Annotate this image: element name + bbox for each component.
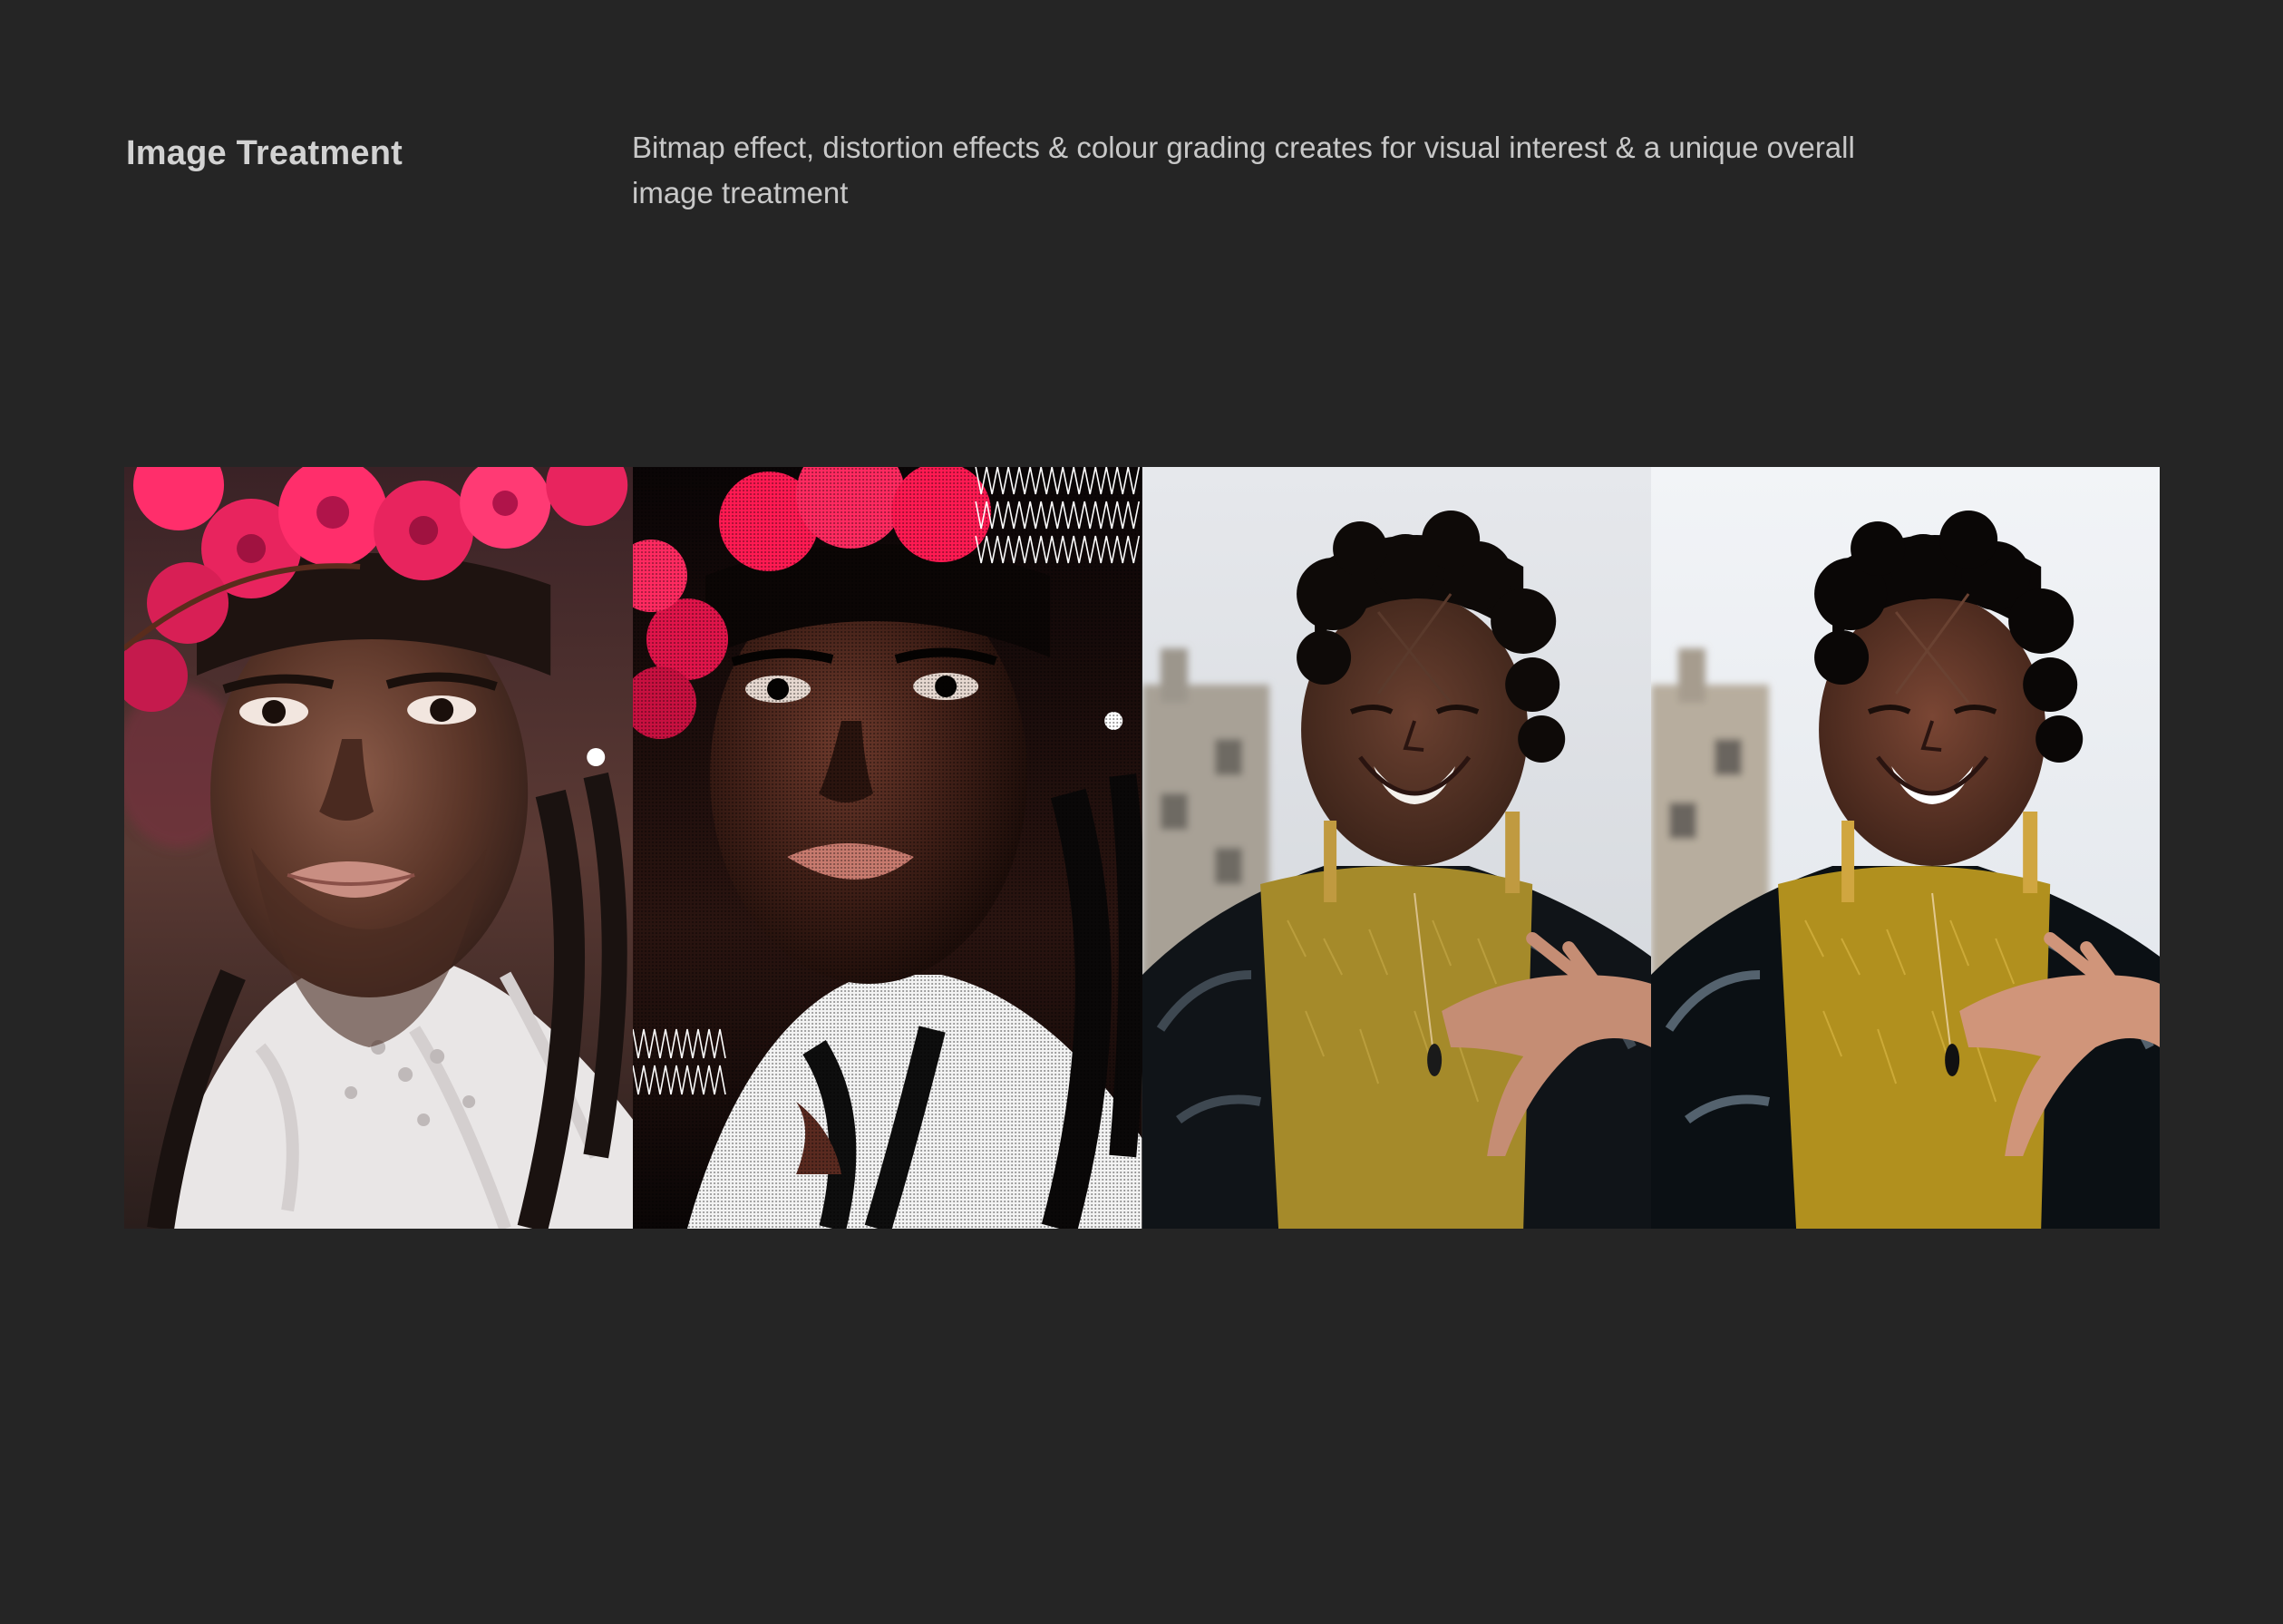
laughing-original-image xyxy=(1142,467,1651,1229)
portrait-bitmap-image xyxy=(633,467,1142,1229)
page-description: Bitmap effect, distortion effects & colo… xyxy=(632,131,1855,209)
laughing-graded-image xyxy=(1650,467,2160,1229)
page-title: Image Treatment xyxy=(126,134,403,172)
portrait-original-image xyxy=(124,467,634,1229)
image-gallery xyxy=(124,467,2160,1229)
